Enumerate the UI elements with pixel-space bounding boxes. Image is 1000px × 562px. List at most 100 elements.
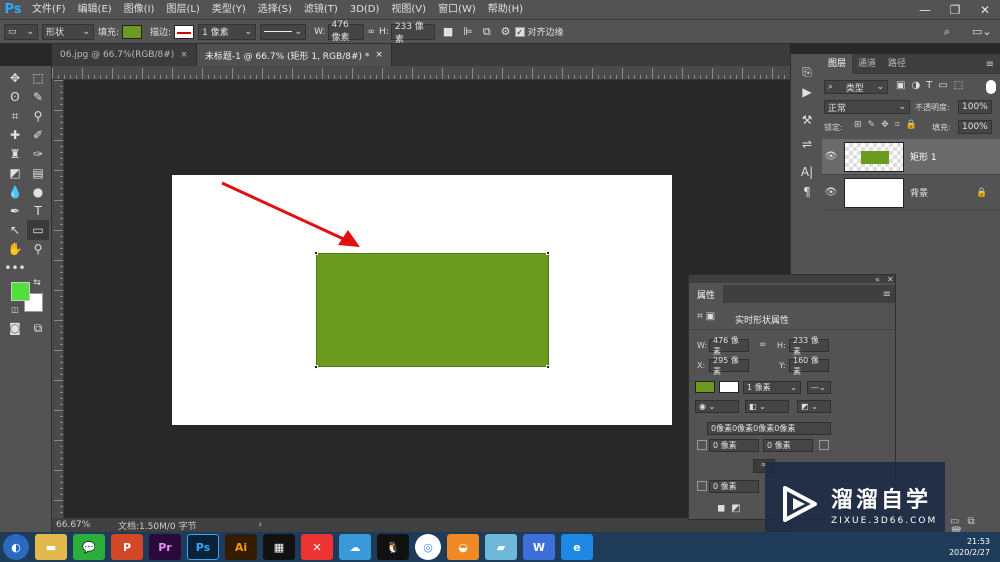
transform-handle[interactable]	[314, 365, 318, 369]
chat-app-icon[interactable]: ☁	[339, 534, 371, 560]
transform-handle[interactable]	[546, 251, 550, 255]
video-editor-icon[interactable]: ▦	[263, 534, 295, 560]
menu-help[interactable]: 帮助(H)	[482, 0, 529, 20]
prop-stroke-width[interactable]: 1 像素 ⌄	[743, 381, 801, 394]
tool-presets-icon[interactable]: ⚒	[797, 110, 817, 130]
default-colors-icon[interactable]: ◫	[8, 302, 22, 316]
photoshop-taskbar-icon[interactable]: Ps	[187, 534, 219, 560]
restore-icon[interactable]: ❐	[940, 0, 970, 20]
gear-icon[interactable]: ⚙	[501, 20, 511, 44]
menu-select[interactable]: 选择(S)	[252, 0, 298, 20]
stroke-type-select[interactable]: ⌄	[260, 23, 307, 40]
prop-stroke-type[interactable]: —⌄	[807, 381, 831, 394]
link-icon[interactable]: ∞	[759, 340, 767, 350]
mode-select[interactable]: 形状 ⌄	[42, 23, 94, 40]
path-arrange-icon[interactable]: ⧉	[483, 20, 491, 44]
lasso-tool-icon[interactable]: ʘ	[4, 87, 26, 107]
prop-w-input[interactable]: 476 像素	[709, 336, 749, 356]
notes-icon[interactable]: ▰	[485, 534, 517, 560]
close-icon[interactable]: ×	[375, 50, 383, 60]
eraser-tool-icon[interactable]: ◩	[4, 163, 26, 183]
clock-time[interactable]: 21:53	[949, 536, 990, 547]
tab-layers[interactable]: 图层	[822, 54, 853, 74]
stroke-swatch[interactable]	[174, 24, 195, 39]
stroke-cap-select[interactable]: ◧ ⌄	[745, 400, 789, 413]
start-icon[interactable]: ◐	[3, 534, 29, 560]
tab-untitled-1[interactable]: 未标题-1 @ 66.7% (矩形 1, RGB/8#) * ×	[196, 44, 392, 66]
close-icon[interactable]: ✕	[887, 275, 894, 284]
healing-tool-icon[interactable]: ✚	[4, 125, 26, 145]
tab-06-jpg[interactable]: 06.jpg @ 66.7%(RGB/8#) ×	[52, 44, 197, 66]
zoom-level[interactable]: 66.67%	[56, 520, 108, 530]
prop-stroke-swatch[interactable]	[719, 381, 739, 393]
chevron-right-icon[interactable]: ›	[258, 520, 262, 530]
close-icon[interactable]: ✕	[970, 0, 1000, 20]
corner-radius-all[interactable]: 0像素0像素0像素0像素	[707, 422, 831, 435]
corner-bl-input[interactable]: 0 像素	[709, 480, 759, 493]
close-icon[interactable]: ×	[180, 50, 188, 60]
rectangle-tool-icon[interactable]: ▭	[27, 220, 49, 240]
quick-mask-icon[interactable]: ◙	[4, 318, 26, 338]
clock-date[interactable]: 2020/2/27	[949, 547, 990, 558]
menu-layer[interactable]: 图层(L)	[160, 0, 205, 20]
more-tools-icon[interactable]: •••	[4, 258, 26, 278]
layer-filter-icons[interactable]: ▣◑T▭⬚	[896, 80, 969, 91]
stamp-tool-icon[interactable]: ♜	[4, 144, 26, 164]
search-icon[interactable]: ⌕	[944, 20, 950, 44]
eye-icon[interactable]: 👁	[822, 187, 840, 198]
history-brush-icon[interactable]: ✑	[27, 144, 49, 164]
menu-view[interactable]: 视图(V)	[385, 0, 432, 20]
stroke-align-select[interactable]: ◉ ⌄	[695, 400, 739, 413]
layer-filter-select[interactable]: ⌕ 类型 ⌄	[824, 80, 888, 94]
screen-mode-icon[interactable]: ⧉	[27, 318, 49, 338]
ie-icon[interactable]: e	[561, 534, 593, 560]
premiere-icon[interactable]: Pr	[149, 534, 181, 560]
minimize-icon[interactable]: —	[910, 0, 940, 20]
path-ops-icon[interactable]: ■	[443, 20, 453, 44]
zoom-tool-icon[interactable]: ⚲	[27, 239, 49, 259]
panel-menu-icon[interactable]: ≡	[883, 289, 891, 300]
type-tool-icon[interactable]: T	[27, 201, 49, 221]
lock-icons[interactable]: ⊞✎✥⌗🔒	[854, 120, 923, 130]
corner-tr-input[interactable]: 0 像素	[763, 439, 813, 452]
actions-play-icon[interactable]: ▶	[797, 82, 817, 102]
brush-tool-icon[interactable]: ✐	[27, 125, 49, 145]
tool-preset-picker[interactable]: ▭ ⌄	[4, 20, 38, 44]
tab-paths[interactable]: 路径	[882, 54, 912, 74]
prop-y-input[interactable]: 160 像素	[789, 356, 829, 376]
wechat-icon[interactable]: 💬	[73, 534, 105, 560]
h-input[interactable]: 233 像素	[390, 22, 435, 45]
prop-x-input[interactable]: 295 像素	[709, 356, 749, 376]
adjustments-icon[interactable]: ⇌	[797, 134, 817, 154]
panel-menu-icon[interactable]: ≡	[986, 59, 994, 70]
menu-type[interactable]: 类型(Y)	[206, 0, 252, 20]
move-tool-icon[interactable]: ✥	[4, 68, 26, 88]
fill-swatch[interactable]	[122, 24, 143, 39]
paragraph-icon[interactable]: ¶	[797, 182, 817, 202]
history-icon[interactable]: ⎘	[797, 62, 817, 82]
layer-background[interactable]: 👁 背景 🔒	[822, 175, 1000, 211]
rectangle-shape[interactable]	[316, 253, 549, 367]
layer-rectangle-1[interactable]: 👁 矩形 1	[822, 139, 1000, 175]
quick-select-tool-icon[interactable]: ✎	[27, 87, 49, 107]
link-icon[interactable]: ∞	[368, 20, 376, 44]
path-align-icon[interactable]: ⊫	[463, 20, 473, 44]
chrome-icon[interactable]: ◎	[415, 534, 441, 560]
corner-tl-input[interactable]: 0 像素	[709, 439, 759, 452]
hand-tool-icon[interactable]: ✋	[4, 239, 26, 259]
corner-checkbox[interactable]	[697, 481, 707, 491]
menu-3d[interactable]: 3D(D)	[344, 0, 386, 20]
corner-checkbox[interactable]	[697, 440, 707, 450]
prop-fill-swatch[interactable]	[695, 381, 715, 393]
browser-icon[interactable]: ◒	[447, 534, 479, 560]
foreground-color-swatch[interactable]	[11, 282, 30, 301]
collapse-icon[interactable]: «	[875, 275, 880, 284]
dodge-tool-icon[interactable]: ●	[27, 182, 49, 202]
wps-icon[interactable]: W	[523, 534, 555, 560]
menu-filter[interactable]: 滤镜(T)	[298, 0, 344, 20]
crop-tool-icon[interactable]: ⌗	[4, 106, 26, 126]
gradient-tool-icon[interactable]: ▤	[27, 163, 49, 183]
powerpoint-icon[interactable]: P	[111, 534, 143, 560]
qq-icon[interactable]: 🐧	[377, 534, 409, 560]
menu-window[interactable]: 窗口(W)	[432, 0, 482, 20]
